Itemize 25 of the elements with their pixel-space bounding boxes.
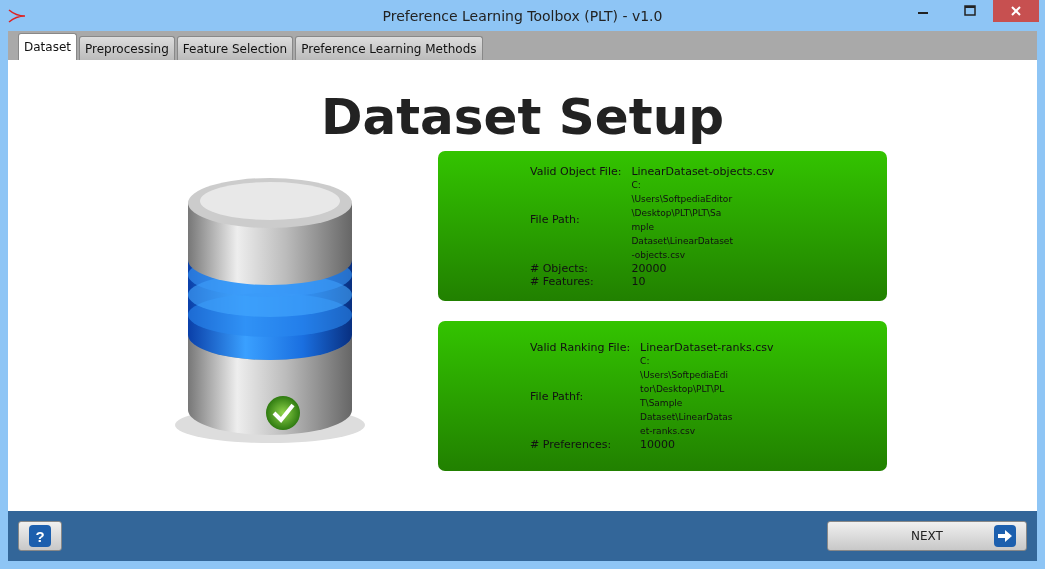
tab[interactable]: Preprocessing: [79, 36, 175, 60]
field-label: File Pathf:: [530, 389, 585, 403]
window-title: Preference Learning Toolbox (PLT) - v1.0: [382, 7, 663, 24]
close-icon[interactable]: [993, 0, 1039, 22]
field-value: 10: [631, 274, 647, 288]
arrow-right-icon: [994, 525, 1016, 547]
field-value: 20000: [631, 261, 668, 275]
field-label: # Features:: [530, 274, 595, 288]
field-label: # Preferences:: [530, 438, 613, 451]
tab[interactable]: Dataset: [18, 33, 77, 60]
app-logo-icon: [8, 8, 26, 23]
next-button[interactable]: NEXT: [827, 521, 1027, 551]
field-value: C: \Users\SoftpediaEditor \Desktop\PLT\PLT\Sa mple Dataset\LinearDataset -objects.csv: [631, 178, 734, 262]
field-value: 10000: [640, 438, 677, 451]
field-label: # Objects:: [530, 261, 589, 275]
field-label: File Path:: [530, 213, 581, 226]
tab[interactable]: Feature Selection: [176, 36, 294, 60]
page-heading: Dataset Setup: [319, 90, 726, 145]
help-button[interactable]: ?: [18, 521, 62, 551]
field-label: Valid Object File:: [530, 164, 622, 178]
field-label: Valid Ranking File:: [530, 341, 631, 354]
field-value: LinearDataset-objects.csv: [631, 164, 776, 178]
field-value: C: \Users\SoftpediaEdi tor\Desktop\PLT\PL T\Sample Dataset\LinearDatas et-ranks.csv: [640, 355, 734, 438]
tab[interactable]: Preference Learning Methods: [295, 36, 483, 60]
field-value: LinearDataset-ranks.csv: [640, 341, 775, 354]
